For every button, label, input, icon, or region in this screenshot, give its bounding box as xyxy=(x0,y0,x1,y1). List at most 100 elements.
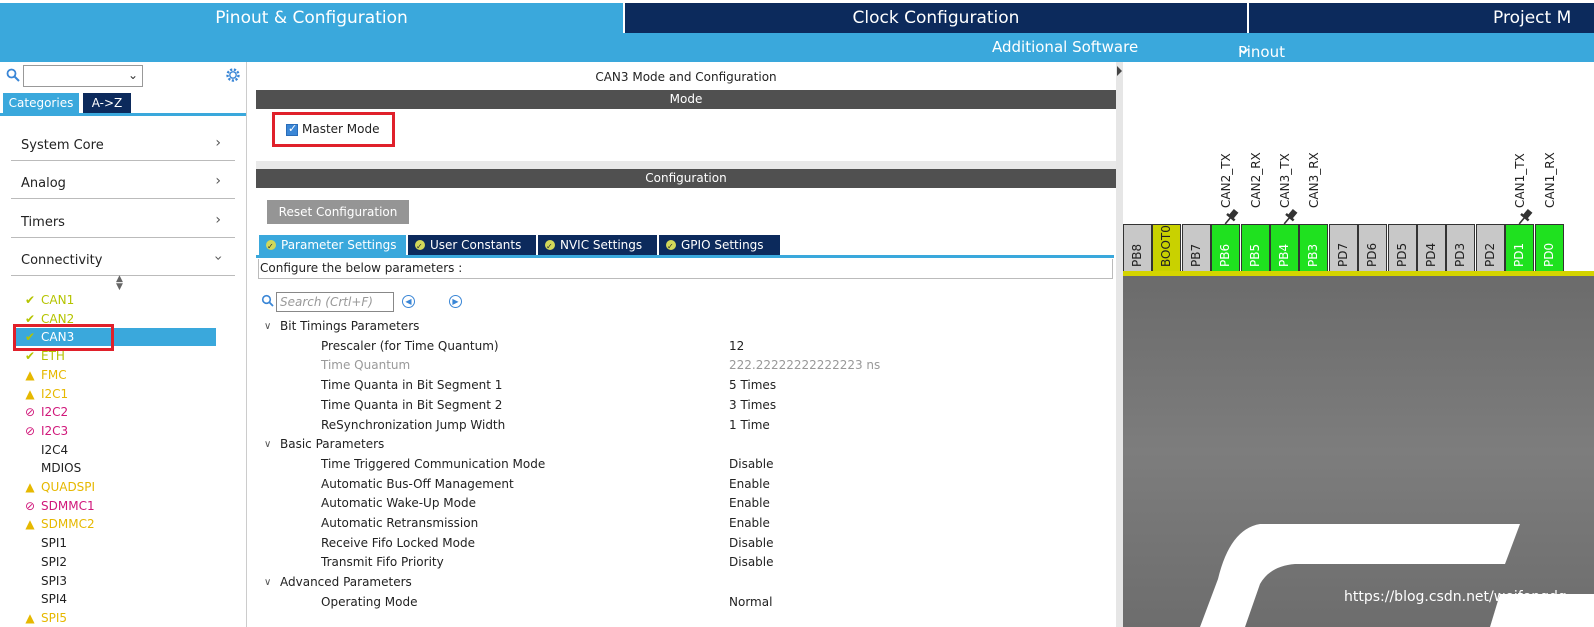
pin-label: PB8 xyxy=(1130,243,1144,267)
parameter-group[interactable]: ∨ Advanced Parameters xyxy=(256,573,1116,592)
parameter-row[interactable]: Receive Fifo Locked Mode Disable xyxy=(256,534,1116,553)
signal-label: CAN3_RX xyxy=(1307,152,1322,208)
parameter-group[interactable]: ∨ Basic Parameters xyxy=(256,435,1116,454)
parameter-row[interactable]: Automatic Retransmission Enable xyxy=(256,514,1116,533)
category-analog[interactable]: Analog › xyxy=(11,161,235,199)
parameter-search-input[interactable]: Search (Crtl+F) xyxy=(276,292,394,312)
chevron-right-icon: › xyxy=(215,212,221,228)
peripheral-label: I2C3 xyxy=(41,423,69,438)
tab-a-to-z[interactable]: A->Z xyxy=(83,93,131,113)
pin-label: PD4 xyxy=(1424,242,1438,267)
additional-software-menu[interactable]: Additional Software xyxy=(992,38,1138,56)
pin-pb4[interactable]: PB4 xyxy=(1270,224,1299,272)
parameter-row[interactable]: Prescaler (for Time Quantum) 12 xyxy=(256,337,1116,356)
category-timers[interactable]: Timers › xyxy=(11,200,235,238)
pin-label: PD3 xyxy=(1453,242,1468,267)
chevron-down-icon: › xyxy=(210,255,227,261)
warning-icon: ▲ xyxy=(25,480,35,494)
highlight-box-can3 xyxy=(13,324,114,351)
reset-configuration-button[interactable]: Reset Configuration xyxy=(267,200,409,224)
disabled-icon: ⊘ xyxy=(24,498,36,513)
parameter-row[interactable]: Time Quanta in Bit Segment 2 3 Times xyxy=(256,396,1116,415)
categories-panel: ⌄ Categories A->Z System Core › Analog › T… xyxy=(0,62,247,627)
pin-pb5[interactable]: PB5 xyxy=(1240,224,1270,272)
parameter-row[interactable]: Automatic Wake-Up Mode Enable xyxy=(256,494,1116,513)
category-label: Connectivity xyxy=(21,253,103,268)
pin-pb6[interactable]: PB6 xyxy=(1211,224,1241,272)
signal-label: CAN2_RX xyxy=(1248,152,1263,208)
parameter-row[interactable]: Automatic Bus-Off Management Enable xyxy=(256,475,1116,494)
category-system-core[interactable]: System Core › xyxy=(11,123,235,161)
tab-nvic-settings[interactable]: NVIC Settings xyxy=(538,235,657,257)
pinout-label: Pinout xyxy=(1238,43,1285,61)
tab-gpio-settings[interactable]: GPIO Settings xyxy=(659,235,780,257)
pin-pb7[interactable]: PB7 xyxy=(1181,224,1211,272)
chevron-down-icon: ⌄ xyxy=(127,68,138,82)
tab-user-constants[interactable]: User Constants xyxy=(408,235,536,257)
sub-toolbar: Additional Software Pinout xyxy=(0,33,1594,62)
tab-parameter-settings[interactable]: Parameter Settings xyxy=(259,235,406,257)
pin-pd0[interactable]: PD0 xyxy=(1534,224,1564,272)
parameter-value: Normal xyxy=(729,594,773,609)
warning-icon: ▲ xyxy=(25,386,35,401)
pin-label: PB4 xyxy=(1277,243,1291,267)
parameter-row[interactable]: ReSynchronization Jump Width 1 Time xyxy=(256,416,1116,435)
signal-label: CAN1_RX xyxy=(1542,152,1557,208)
tab-underline xyxy=(256,255,1114,258)
tab-project-manager[interactable]: Project M xyxy=(1249,3,1594,33)
warning-icon: ▲ xyxy=(25,517,35,532)
pane-splitter[interactable] xyxy=(1116,62,1123,627)
parameter-row[interactable]: Time Triggered Communication Mode Disable xyxy=(256,455,1116,474)
pin-pd1[interactable]: PD1 xyxy=(1505,224,1535,272)
pin-pd5[interactable]: PD5 xyxy=(1387,224,1417,272)
pin-pb3[interactable]: PB3 xyxy=(1299,224,1329,272)
parameter-value: 3 Times xyxy=(729,397,777,412)
search-previous-icon[interactable]: ◀ xyxy=(402,295,415,308)
pin-pb8[interactable]: PB8 xyxy=(1123,224,1152,272)
parameter-row[interactable]: Operating Mode Normal xyxy=(256,593,1116,612)
search-icon xyxy=(261,294,274,307)
disabled-icon: ⊘ xyxy=(24,423,36,438)
pin-label: BOOT0 xyxy=(1159,225,1174,267)
parameter-row[interactable]: Time Quanta in Bit Segment 1 5 Times xyxy=(256,376,1116,395)
pin-pd4[interactable]: PD4 xyxy=(1417,224,1446,272)
pin-pd3[interactable]: PD3 xyxy=(1446,224,1476,272)
parameter-name: Time Quanta in Bit Segment 1 xyxy=(321,378,503,393)
peripheral-label: SPI3 xyxy=(41,573,68,588)
parameter-name: Transmit Fifo Priority xyxy=(321,555,444,570)
parameter-group[interactable]: ∨ Bit Timings Parameters xyxy=(256,317,1116,336)
category-label: Timers xyxy=(21,215,65,230)
gear-icon[interactable] xyxy=(224,66,242,84)
parameter-name: Prescaler (for Time Quantum) xyxy=(321,338,499,353)
pin-label: PB5 xyxy=(1247,243,1262,267)
chevron-down-icon: ∨ xyxy=(264,439,272,451)
parameter-name: Receive Fifo Locked Mode xyxy=(321,535,475,550)
configure-hint: Configure the below parameters : xyxy=(258,259,1113,279)
tab-label: Pinout & Configuration xyxy=(215,8,408,28)
search-combo[interactable]: ⌄ xyxy=(23,65,143,87)
pin-pd2[interactable]: PD2 xyxy=(1475,224,1505,272)
parameter-value: Enable xyxy=(729,476,770,491)
highlight-box-master-mode xyxy=(272,112,395,147)
parameter-row[interactable]: Time Quantum 222.22222222222223 ns xyxy=(256,356,1116,375)
check-icon: ✔ xyxy=(24,293,36,307)
search-next-icon[interactable]: ▶ xyxy=(449,295,462,308)
parameter-value: Disable xyxy=(729,535,774,550)
tab-pinout-configuration[interactable]: Pinout & Configuration xyxy=(0,3,623,33)
top-tab-bar: Pinout & Configuration Clock Configurati… xyxy=(0,0,1594,34)
watermark: https://blog.csdn.net/weifengdq xyxy=(1344,589,1567,605)
tab-categories[interactable]: Categories xyxy=(3,93,79,113)
tab-label: User Constants xyxy=(430,238,522,252)
parameter-row[interactable]: Transmit Fifo Priority Disable xyxy=(256,553,1116,572)
peripheral-label: I2C4 xyxy=(41,442,69,457)
tab-clock-configuration[interactable]: Clock Configuration xyxy=(625,3,1247,33)
pin-pd6[interactable]: PD6 xyxy=(1358,224,1388,272)
sort-arrows-icon[interactable]: ▲ ▼ xyxy=(116,275,123,292)
pin-label: PD6 xyxy=(1365,242,1380,267)
st-logo xyxy=(1200,524,1594,627)
group-label: Basic Parameters xyxy=(280,437,385,452)
category-connectivity[interactable]: Connectivity › xyxy=(11,238,235,276)
pin-label: PB3 xyxy=(1306,243,1321,267)
pin-boot0[interactable]: BOOT0 xyxy=(1152,224,1182,272)
pin-pd7[interactable]: PD7 xyxy=(1328,224,1358,272)
